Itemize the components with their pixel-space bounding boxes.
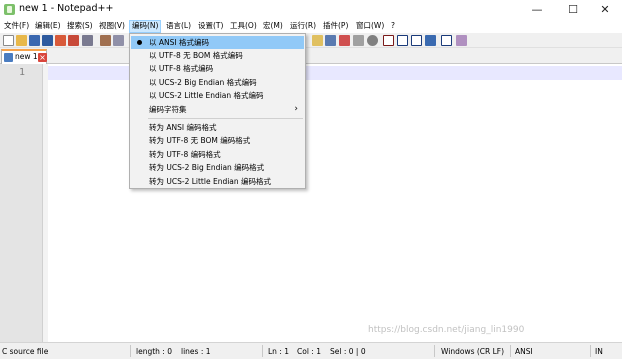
status-divider	[510, 345, 511, 357]
close-file-icon[interactable]	[55, 35, 66, 46]
menu-item-label: 以 UTF-8 格式编码	[149, 64, 214, 73]
toolbar	[0, 33, 622, 48]
menu-settings[interactable]: 设置(T)	[196, 20, 225, 33]
print-icon[interactable]	[82, 35, 93, 46]
file-icon	[4, 53, 13, 62]
menu-item-convert-utf8[interactable]: 转为 UTF-8 编码格式	[131, 148, 304, 161]
menu-item-convert-utf8-no-bom[interactable]: 转为 UTF-8 无 BOM 编码格式	[131, 134, 304, 147]
playback-macro-icon[interactable]	[397, 35, 408, 46]
menu-separator	[148, 118, 303, 119]
notepadpp-icon	[4, 4, 15, 15]
menu-item-label: 转为 ANSI 编码格式	[149, 123, 217, 132]
menu-item-label: 以 UCS-2 Big Endian 格式编码	[149, 78, 257, 87]
tab-label: new 1	[15, 52, 38, 61]
folder-as-workspace-icon[interactable]	[312, 35, 323, 46]
menu-item-ucs2-le[interactable]: 以 UCS-2 Little Endian 格式编码	[131, 89, 304, 102]
document-map-icon[interactable]	[339, 35, 350, 46]
function-list-icon[interactable]	[325, 35, 336, 46]
status-lines: lines : 1	[181, 347, 211, 356]
title-bar: new 1 - Notepad++ — ☐ ✕	[0, 0, 622, 19]
menu-help[interactable]: ?	[389, 20, 397, 33]
menu-item-convert-ucs2-be[interactable]: 转为 UCS-2 Big Endian 编码格式	[131, 161, 304, 174]
status-eol: Windows (CR LF)	[441, 347, 505, 356]
window-title: new 1 - Notepad++	[19, 3, 114, 14]
menu-item-utf8[interactable]: 以 UTF-8 格式编码	[131, 62, 304, 75]
close-button[interactable]: ✕	[588, 0, 622, 19]
save-icon[interactable]	[29, 35, 40, 46]
checked-bullet-icon	[137, 40, 142, 45]
menu-item-label: 以 ANSI 格式编码	[149, 38, 209, 47]
status-ln: Ln : 1	[268, 347, 289, 356]
doc-list-icon[interactable]	[353, 35, 364, 46]
menu-tools[interactable]: 工具(O)	[228, 20, 259, 33]
record-icon[interactable]	[441, 35, 452, 46]
menu-item-label: 转为 UCS-2 Big Endian 编码格式	[149, 163, 265, 172]
status-sel: Sel : 0 | 0	[330, 347, 366, 356]
tab-bar: new 1 ×	[0, 48, 622, 64]
menu-item-convert-ucs2-le[interactable]: 转为 UCS-2 Little Endian 编码格式	[131, 175, 304, 188]
menu-run[interactable]: 运行(R)	[288, 20, 318, 33]
cut-icon[interactable]	[100, 35, 111, 46]
status-divider	[590, 345, 591, 357]
status-divider	[262, 345, 263, 357]
menu-search[interactable]: 搜索(S)	[65, 20, 95, 33]
status-insert-mode: IN	[595, 347, 603, 356]
status-bar: C source file length : 0 lines : 1 Ln : …	[0, 342, 622, 359]
menu-view[interactable]: 视图(V)	[97, 20, 127, 33]
watermark: https://blog.csdn.net/jiang_lin1990	[368, 325, 525, 335]
menu-item-label: 转为 UCS-2 Little Endian 编码格式	[149, 177, 272, 186]
menu-encoding[interactable]: 编码(N)	[129, 20, 162, 33]
status-encoding: ANSI	[515, 347, 533, 356]
save-all-icon[interactable]	[42, 35, 53, 46]
status-divider	[434, 345, 435, 357]
tab-new-1[interactable]: new 1 ×	[1, 49, 47, 64]
menu-window[interactable]: 窗口(W)	[354, 20, 386, 33]
stop-record-icon[interactable]	[383, 35, 394, 46]
menu-file[interactable]: 文件(F)	[2, 20, 31, 33]
submenu-arrow-icon: ›	[294, 104, 298, 114]
maximize-button[interactable]: ☐	[556, 0, 590, 19]
encoding-menu: 以 ANSI 格式编码 以 UTF-8 无 BOM 格式编码 以 UTF-8 格…	[129, 33, 306, 189]
new-file-icon[interactable]	[3, 35, 14, 46]
menu-item-ansi[interactable]: 以 ANSI 格式编码	[131, 36, 304, 49]
spell-check-icon[interactable]	[456, 35, 467, 46]
menu-item-character-sets[interactable]: 编码字符集 ›	[131, 103, 304, 116]
fold-margin	[43, 64, 48, 342]
status-col: Col : 1	[297, 347, 321, 356]
menu-item-convert-ansi[interactable]: 转为 ANSI 编码格式	[131, 121, 304, 134]
record-macro-icon[interactable]	[367, 35, 378, 46]
menu-item-label: 以 UTF-8 无 BOM 格式编码	[149, 51, 243, 60]
editor-area[interactable]: 1	[0, 64, 622, 342]
status-length: length : 0	[136, 347, 172, 356]
run-macro-multiple-icon[interactable]	[411, 35, 422, 46]
menu-item-ucs2-be[interactable]: 以 UCS-2 Big Endian 格式编码	[131, 76, 304, 89]
menu-language[interactable]: 语言(L)	[164, 20, 193, 33]
menu-edit[interactable]: 编辑(E)	[33, 20, 63, 33]
line-number-gutter: 1	[0, 64, 43, 342]
minimize-button[interactable]: —	[520, 0, 554, 19]
status-file-type: C source file	[2, 347, 49, 356]
close-all-icon[interactable]	[68, 35, 79, 46]
menu-item-label: 以 UCS-2 Little Endian 格式编码	[149, 91, 264, 100]
menu-item-utf8-no-bom[interactable]: 以 UTF-8 无 BOM 格式编码	[131, 49, 304, 62]
menu-item-label: 编码字符集	[149, 105, 187, 114]
menu-item-label: 转为 UTF-8 编码格式	[149, 150, 221, 159]
menu-macro[interactable]: 宏(M)	[261, 20, 285, 33]
line-number: 1	[19, 67, 26, 78]
save-macro-icon[interactable]	[425, 35, 436, 46]
menu-plugins[interactable]: 插件(P)	[321, 20, 350, 33]
open-file-icon[interactable]	[16, 35, 27, 46]
copy-icon[interactable]	[113, 35, 124, 46]
menu-bar: 文件(F) 编辑(E) 搜索(S) 视图(V) 编码(N) 语言(L) 设置(T…	[0, 19, 622, 33]
close-tab-icon[interactable]: ×	[38, 53, 47, 62]
status-divider	[130, 345, 131, 357]
menu-item-label: 转为 UTF-8 无 BOM 编码格式	[149, 136, 251, 145]
